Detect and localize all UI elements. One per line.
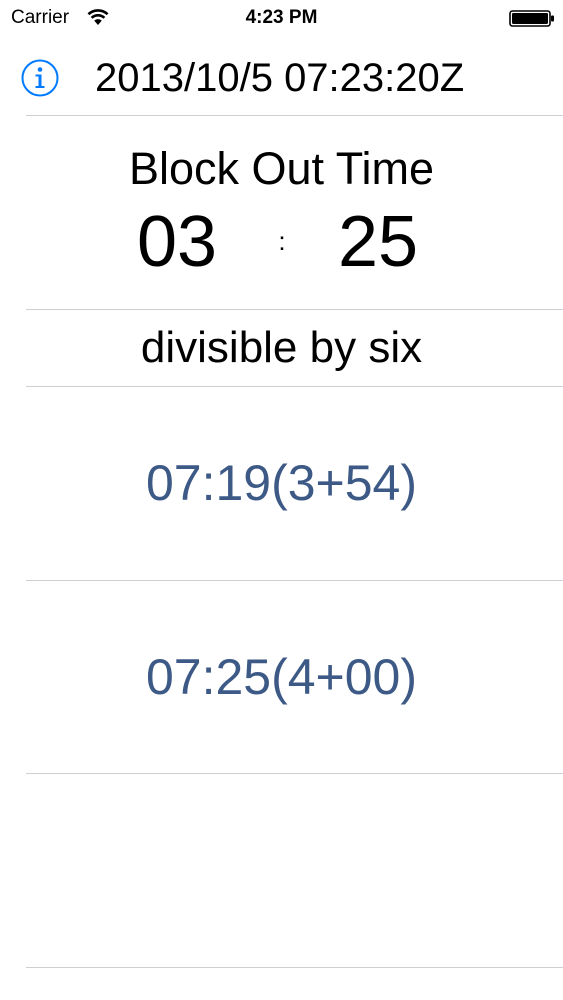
result-row-1[interactable]: 07:19(3+54) [0, 455, 563, 511]
block-out-title: Block Out Time [128, 143, 435, 194]
divider [26, 386, 563, 387]
info-icon [21, 59, 59, 97]
current-datetime: 2013/10/5 07:23:20Z [95, 56, 465, 100]
status-bar: Carrier 4:23 PM [0, 0, 563, 38]
hours-value[interactable]: 03 [117, 206, 237, 278]
divider [26, 773, 563, 774]
divider [26, 967, 563, 968]
info-button[interactable] [20, 58, 60, 98]
minutes-value[interactable]: 25 [318, 206, 438, 278]
status-clock: 4:23 PM [245, 7, 318, 28]
time-separator: : [278, 226, 286, 256]
rule-label: divisible by six [140, 323, 423, 372]
battery-icon [509, 10, 554, 27]
divider [26, 580, 563, 581]
result-row-2[interactable]: 07:25(4+00) [0, 649, 563, 705]
divider [26, 115, 563, 116]
divider [26, 309, 563, 310]
